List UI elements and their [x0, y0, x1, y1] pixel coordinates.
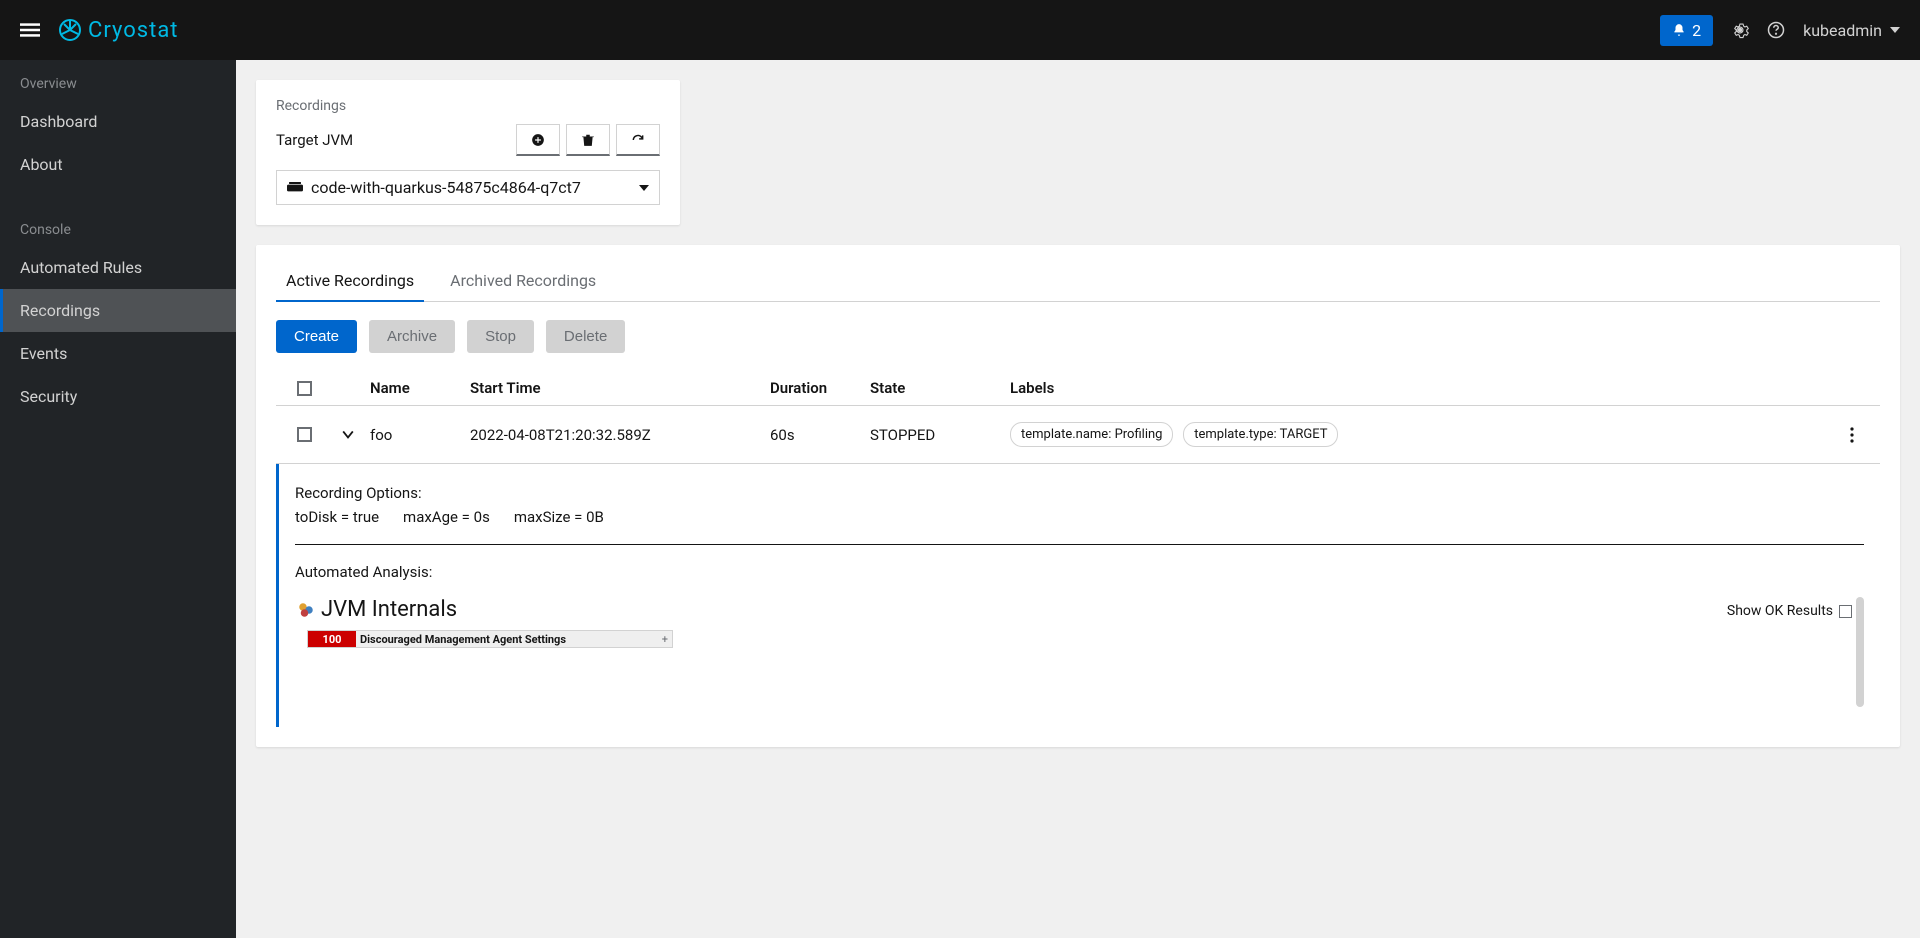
col-duration: Duration [770, 379, 870, 397]
col-start: Start Time [470, 379, 770, 397]
cryostat-icon [58, 18, 82, 42]
select-all-checkbox[interactable] [297, 381, 312, 396]
target-jvm-card: Recordings Target JVM [256, 80, 680, 225]
chevron-down-icon [342, 429, 354, 441]
help-button[interactable] [1767, 21, 1785, 39]
analysis-score: 100 [308, 631, 356, 647]
cell-duration: 60s [770, 426, 870, 444]
row-expand-toggle[interactable] [326, 429, 370, 441]
create-button[interactable]: Create [276, 320, 357, 353]
stop-button[interactable]: Stop [467, 320, 534, 353]
brand-logo[interactable]: Cryostat [58, 18, 178, 43]
target-jvm-select[interactable]: code-with-quarkus-54875c4864-q7ct7 [276, 170, 660, 205]
brand-name: Cryostat [88, 18, 178, 43]
nav-automated-rules[interactable]: Automated Rules [0, 246, 236, 289]
analysis-expand-icon[interactable]: + [662, 633, 668, 646]
bell-icon [1672, 23, 1686, 37]
caret-down-icon [639, 183, 649, 193]
tab-archived-recordings[interactable]: Archived Recordings [440, 265, 606, 301]
refresh-icon [631, 133, 645, 147]
expanded-row-panel: Recording Options: toDisk = true maxAge … [276, 464, 1880, 727]
analysis-item[interactable]: 100 Discouraged Management Agent Setting… [307, 630, 673, 648]
cell-state: STOPPED [870, 426, 1010, 444]
nav-events[interactable]: Events [0, 332, 236, 375]
label-pill: template.name: Profiling [1010, 422, 1173, 447]
automated-analysis-title: Automated Analysis: [295, 563, 1864, 581]
recordings-panel: Active Recordings Archived Recordings Cr… [256, 245, 1900, 747]
question-icon [1767, 21, 1785, 39]
nav-section-console: Console [0, 206, 236, 246]
caret-down-icon [1890, 25, 1900, 35]
notifications-button[interactable]: 2 [1660, 15, 1713, 46]
col-name: Name [370, 379, 470, 397]
notif-count: 2 [1692, 21, 1701, 40]
refresh-target-button[interactable] [616, 124, 660, 156]
plus-circle-icon [531, 133, 545, 147]
nav-section-overview: Overview [0, 60, 236, 100]
jvm-icon [297, 601, 315, 619]
opt-maxsize: maxSize = 0B [514, 508, 604, 526]
sidebar-nav: Overview Dashboard About Console Automat… [0, 60, 236, 938]
kebab-icon [1850, 427, 1854, 443]
nav-about[interactable]: About [0, 143, 236, 186]
recording-options-title: Recording Options: [295, 484, 1864, 502]
add-target-button[interactable] [516, 124, 560, 156]
nav-recordings[interactable]: Recordings [0, 289, 236, 332]
target-jvm-label: Target JVM [276, 131, 353, 149]
delete-target-button[interactable] [566, 124, 610, 156]
col-state: State [870, 379, 1010, 397]
show-ok-checkbox[interactable] [1839, 605, 1852, 618]
scrollbar[interactable] [1856, 597, 1864, 707]
cell-start: 2022-04-08T21:20:32.589Z [470, 426, 770, 444]
hamburger-menu-button[interactable] [20, 20, 40, 40]
label-pill: template.type: TARGET [1183, 422, 1338, 447]
nav-security[interactable]: Security [0, 375, 236, 418]
row-checkbox[interactable] [297, 427, 312, 442]
user-menu[interactable]: kubeadmin [1803, 21, 1900, 40]
nav-dashboard[interactable]: Dashboard [0, 100, 236, 143]
target-value: code-with-quarkus-54875c4864-q7ct7 [311, 178, 581, 197]
gear-icon [1731, 21, 1749, 39]
row-actions-menu[interactable] [1830, 427, 1874, 443]
delete-button[interactable]: Delete [546, 320, 625, 353]
container-icon [287, 182, 303, 194]
analysis-section-title: JVM Internals [321, 597, 457, 622]
col-labels: Labels [1010, 379, 1830, 397]
breadcrumb: Recordings [276, 98, 660, 114]
show-ok-label: Show OK Results [1727, 603, 1833, 619]
cell-name: foo [370, 426, 470, 444]
opt-maxage: maxAge = 0s [403, 508, 490, 526]
divider [295, 544, 1864, 545]
trash-icon [581, 133, 595, 147]
tab-active-recordings[interactable]: Active Recordings [276, 265, 424, 302]
settings-button[interactable] [1731, 21, 1749, 39]
table-row: foo 2022-04-08T21:20:32.589Z 60s STOPPED… [276, 406, 1880, 464]
cell-labels: template.name: Profiling template.type: … [1010, 422, 1830, 447]
show-ok-toggle[interactable]: Show OK Results [1727, 603, 1852, 619]
analysis-item-text: Discouraged Management Agent Settings [360, 633, 566, 646]
opt-todisk: toDisk = true [295, 508, 379, 526]
archive-button[interactable]: Archive [369, 320, 455, 353]
username: kubeadmin [1803, 21, 1882, 40]
